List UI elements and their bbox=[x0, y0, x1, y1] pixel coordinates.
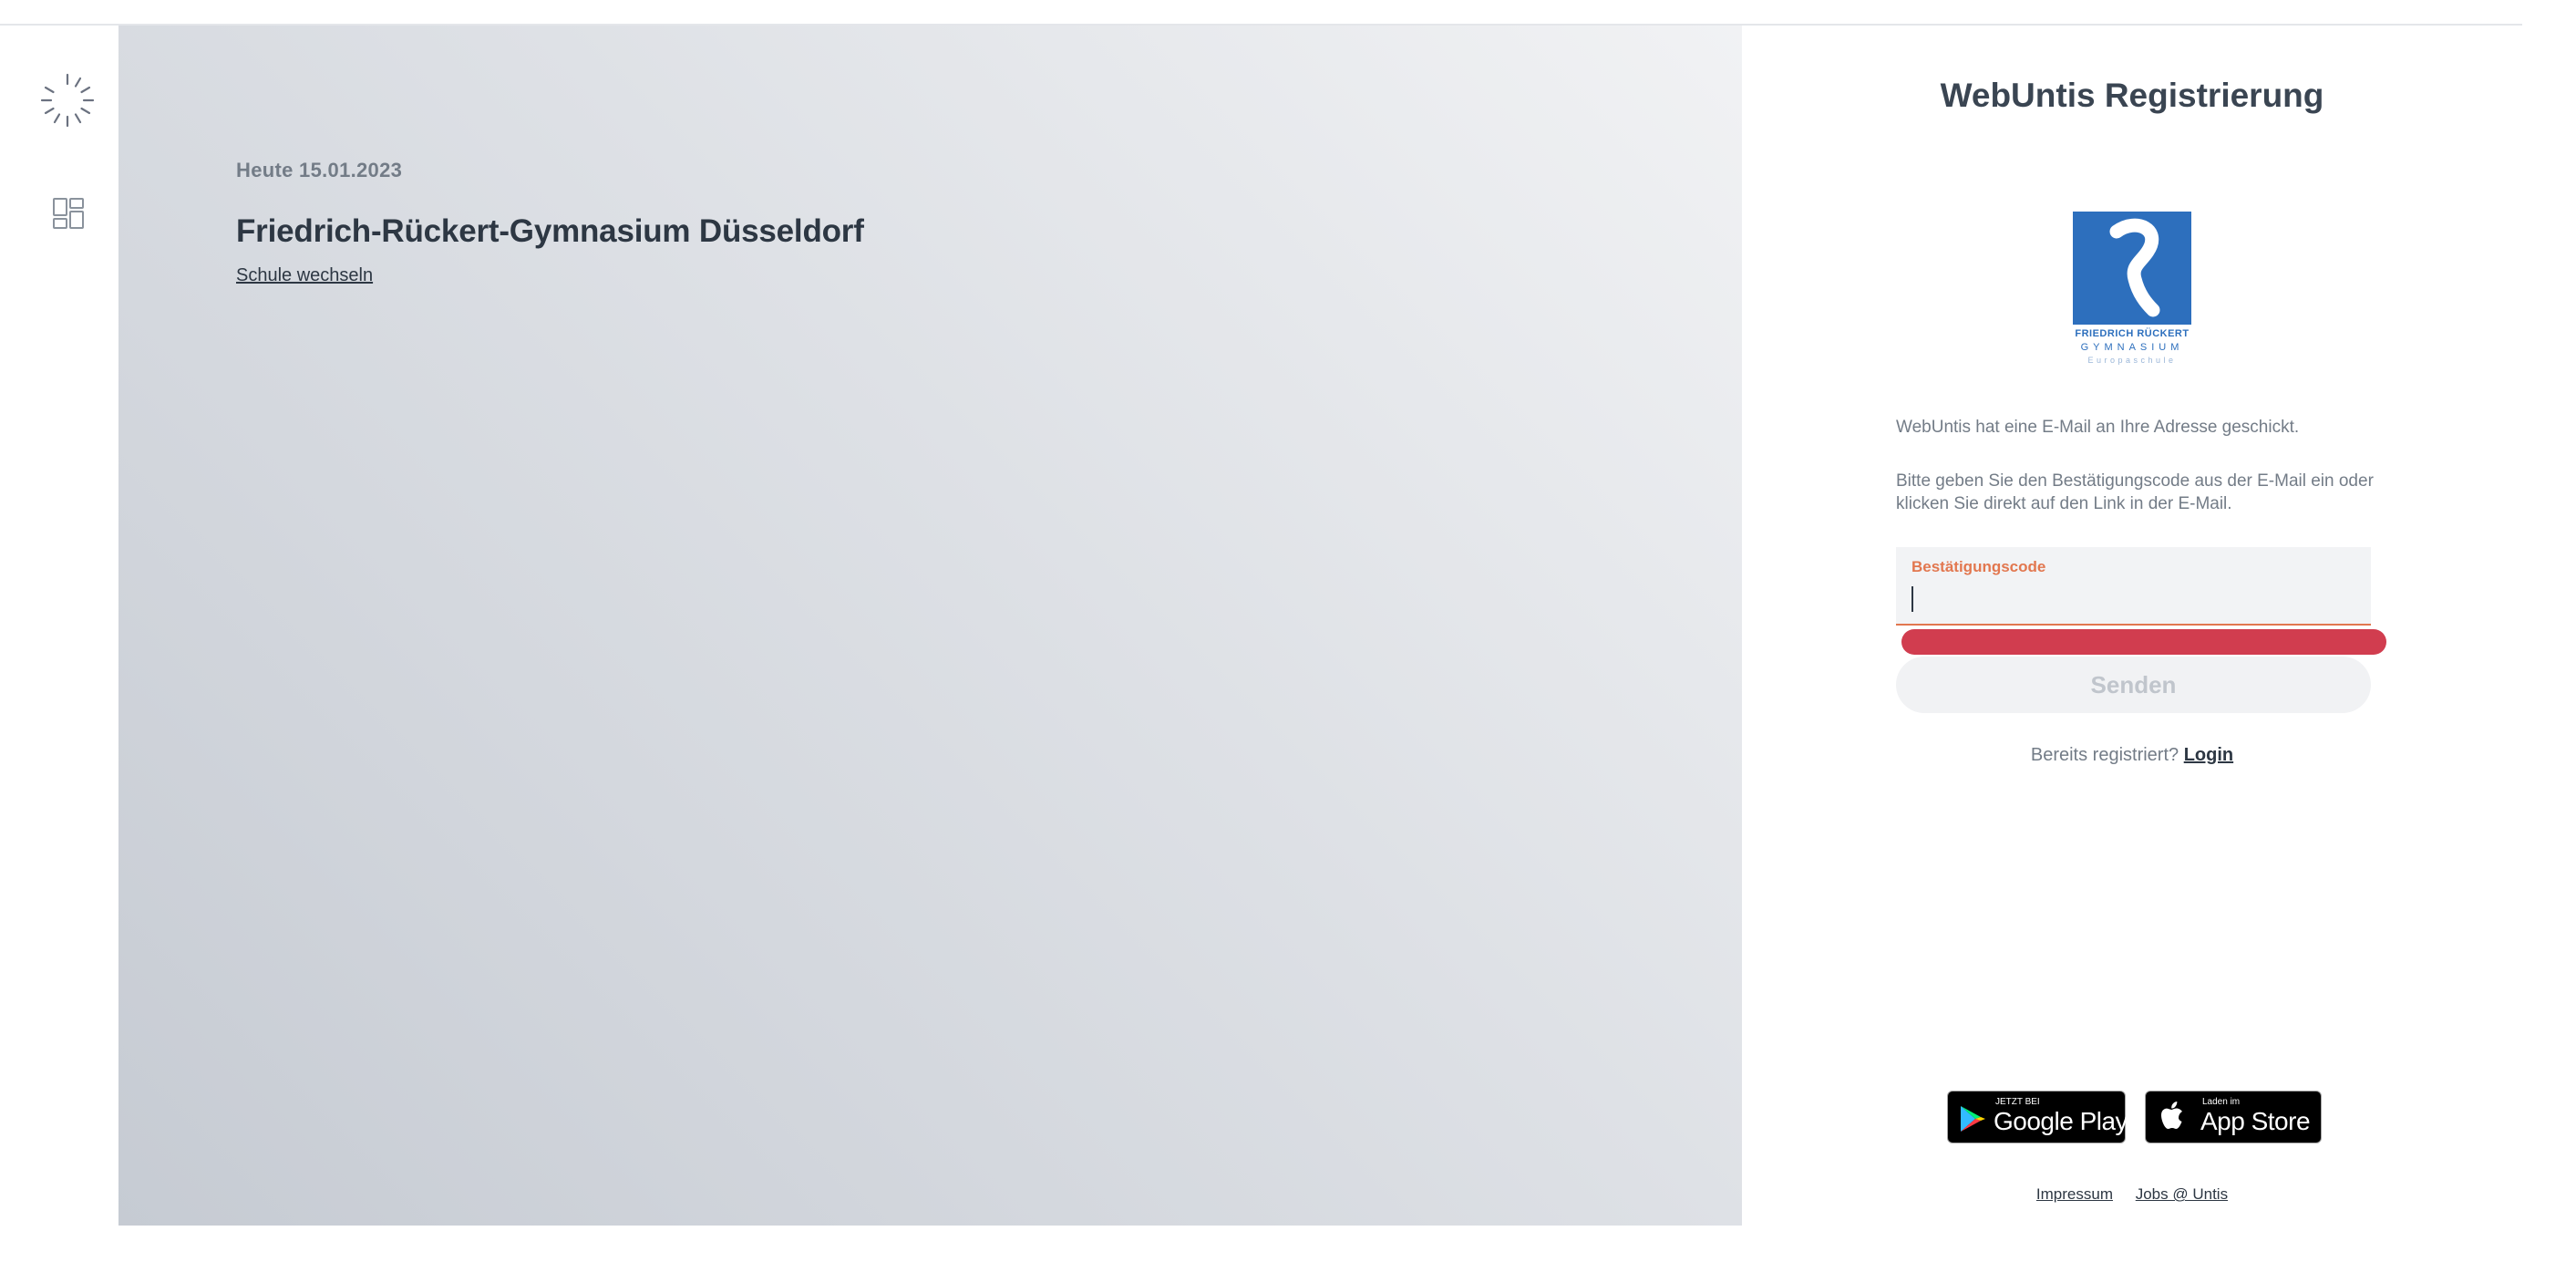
school-logo-mark bbox=[2073, 212, 2191, 325]
confirmation-code-label: Bestätigungscode bbox=[1911, 558, 2046, 575]
text-caret bbox=[1911, 586, 1913, 612]
logo-line-3: Europaschule bbox=[2087, 356, 2177, 365]
loading-spinner-icon bbox=[38, 71, 97, 129]
send-button[interactable]: Senden bbox=[1896, 657, 2371, 713]
google-play-text: Google Play bbox=[1994, 1107, 2128, 1135]
app-store-badge[interactable]: Laden im App Store bbox=[2145, 1091, 2322, 1143]
jobs-link[interactable]: Jobs @ Untis bbox=[2136, 1185, 2228, 1203]
school-logo: FRIEDRICH RÜCKERT GYMNASIUM Europaschule bbox=[2073, 212, 2191, 368]
google-play-icon bbox=[1961, 1106, 1985, 1132]
confirmation-code-field[interactable]: Bestätigungscode bbox=[1896, 547, 2371, 626]
logo-line-2: GYMNASIUM bbox=[2080, 342, 2184, 353]
app-store-small-text: Laden im bbox=[2202, 1097, 2241, 1107]
apple-icon bbox=[2161, 1102, 2182, 1129]
date-heading: Heute 15.01.2023 bbox=[236, 159, 402, 182]
error-bar bbox=[1901, 629, 2386, 655]
email-sent-message: WebUntis hat eine E-Mail an Ihre Adresse… bbox=[1896, 418, 2300, 437]
app-store-text: App Store bbox=[2200, 1107, 2311, 1135]
login-link[interactable]: Login bbox=[2184, 745, 2233, 765]
already-registered-text: Bereits registriert? bbox=[2030, 745, 2179, 765]
switch-school-link[interactable]: Schule wechseln bbox=[236, 265, 373, 286]
confirmation-code-input[interactable] bbox=[1910, 582, 2356, 615]
page-title: WebUntis Registrierung bbox=[1940, 77, 2324, 114]
logo-line-1: FRIEDRICH RÜCKERT bbox=[2075, 328, 2190, 339]
footer-links: Impressum Jobs @ Untis bbox=[1742, 1185, 2522, 1204]
school-name: Friedrich-Rückert-Gymnasium Düsseldorf bbox=[236, 213, 864, 249]
google-play-badge[interactable]: JETZT BEI Google Play bbox=[1947, 1091, 2128, 1143]
impressum-link[interactable]: Impressum bbox=[2036, 1185, 2113, 1203]
dashboard-icon[interactable] bbox=[52, 197, 85, 230]
already-registered: Bereits registriert? Login bbox=[1742, 745, 2522, 766]
school-hero: Heute 15.01.2023 Friedrich-Rückert-Gymna… bbox=[118, 26, 1742, 1226]
left-rail bbox=[0, 26, 118, 1226]
instructions-message: Bitte geben Sie den Bestätigungscode aus… bbox=[1896, 471, 2374, 513]
date-value: 15.01.2023 bbox=[299, 159, 403, 181]
registration-panel: WebUntis Registrierung FRIEDRICH RÜCKERT… bbox=[1742, 26, 2522, 1226]
google-play-small-text: JETZT BEI bbox=[1995, 1097, 2040, 1107]
date-label: Heute bbox=[236, 159, 294, 181]
